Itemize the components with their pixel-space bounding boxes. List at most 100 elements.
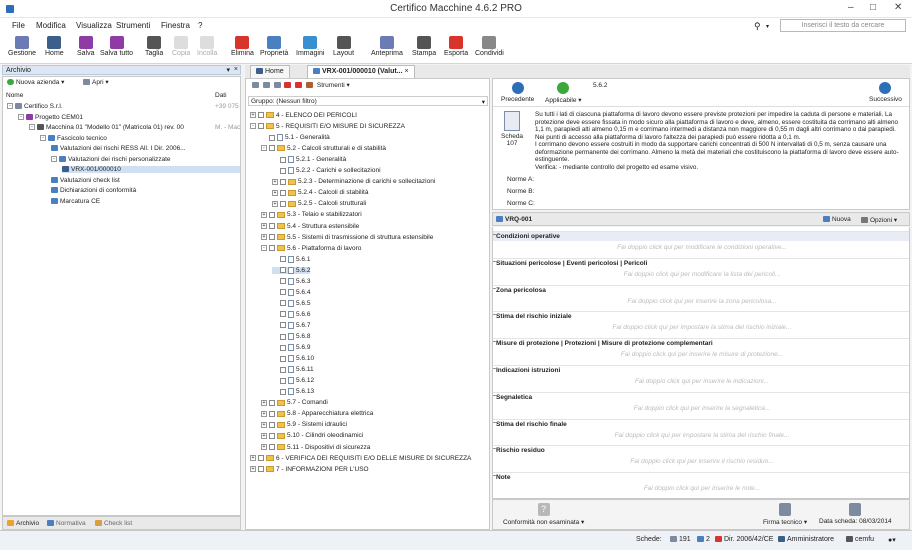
requirement-tree-item[interactable]: 5.6.12 [272,377,314,384]
paste-button[interactable]: Incolla [197,36,217,57]
expand-toggle-icon[interactable]: - [51,155,57,162]
requirement-tree-item[interactable]: +5.11 - Dispositivi di sicurezza [261,444,370,451]
requirement-tree-item[interactable]: +5.2.4 - Calcoli di stabilità [272,189,368,196]
images-button[interactable]: Immagini [296,36,324,57]
requirement-tree-item[interactable]: +4 - ELENCO DEI PERICOLI [250,112,357,119]
collapse-icon[interactable] [262,82,270,89]
item-checkbox[interactable] [280,167,286,174]
archive-close-icon[interactable]: × [234,66,238,73]
expand-toggle-icon[interactable]: + [250,465,256,472]
archive-tree-item[interactable]: - Progetto CEM01 [18,114,83,121]
expand-toggle-icon[interactable]: - [7,103,13,110]
requirement-tree-item[interactable]: +5.7 - Comandi [261,399,328,406]
tools-button[interactable]: Strumenti [317,82,345,89]
item-checkbox[interactable] [280,189,286,196]
vrq-section[interactable]: − Stima del rischio finale Fai doppio clic… [493,418,909,439]
item-checkbox[interactable] [280,377,286,384]
item-checkbox[interactable] [269,134,275,141]
expand-toggle-icon[interactable]: + [272,200,278,207]
vrq-section-hint[interactable]: Fai doppio click qui per inserire le mis… [493,351,909,358]
export-button[interactable]: Esporta [444,36,468,57]
previous-button[interactable]: Precedente [501,82,534,103]
menu-file[interactable]: File [12,21,25,30]
expand-toggle-icon[interactable]: + [250,454,256,461]
archive-tree-item[interactable]: - Valutazioni dei rischi personalizzate [51,156,171,163]
expand-toggle-icon[interactable]: + [272,178,278,185]
item-checkbox[interactable] [280,278,286,285]
item-checkbox[interactable] [280,322,286,329]
expand-toggle-icon[interactable]: - [40,134,46,141]
requirement-tree-item[interactable]: 5.6.8 [272,333,310,340]
expand-toggle-icon[interactable]: + [261,222,267,229]
tab-check-list[interactable]: Check list [95,520,132,527]
sign-button[interactable]: Firma tecnico ▾ [763,503,807,526]
requirement-tree-item[interactable]: 5.6.6 [272,310,310,318]
vrq-section[interactable]: − Misure di protezione | Protezioni | Mis… [493,338,909,358]
item-checkbox[interactable] [280,388,286,395]
expand-toggle-icon[interactable]: + [261,211,267,218]
preview-button[interactable]: Anteprima [371,36,403,57]
item-checkbox[interactable] [280,200,286,207]
item-checkbox[interactable] [258,465,264,472]
item-checkbox[interactable] [280,311,286,318]
item-checkbox[interactable] [280,333,286,340]
expand-toggle-icon[interactable]: - [261,244,267,251]
search-input[interactable]: Inserisci il testo da cercare [780,19,906,32]
item-checkbox[interactable] [280,300,286,307]
print-button[interactable]: Stampa [412,36,436,57]
archive-tree-item[interactable]: Dichiarazioni di conformità [51,187,136,194]
vrq-section-hint[interactable]: Fai doppio click qui per impostare la st… [493,324,909,331]
requirement-tree-item[interactable]: 5.1 - Generalità [261,134,330,141]
minimize-icon[interactable]: – [848,2,854,13]
vrq-section-hint[interactable]: Fai doppio click qui per inserire le ind… [493,378,909,385]
vrq-section[interactable]: − Condizioni operative Fai doppio click qu… [493,231,909,251]
item-checkbox[interactable] [269,443,275,450]
open-button[interactable]: Apri ▾ [83,78,109,86]
requirement-tree-item[interactable]: 5.6.2 [272,266,311,274]
menu-visualizza[interactable]: Visualizza [76,21,112,30]
requirement-tree-item[interactable]: 5.6.10 [272,355,314,362]
cut-button[interactable]: Taglia [145,36,163,57]
requirement-tree-item[interactable]: +5.2.5 - Calcoli strutturali [272,200,366,207]
item-checkbox[interactable] [269,145,275,152]
next-button[interactable]: Successivo [869,82,902,103]
save-button[interactable]: Salva [77,36,95,57]
vrq-section[interactable]: − Situazioni pericolose | Eventi pericolo… [493,257,909,278]
conformity-button[interactable]: ? Conformità non esaminata ▾ [503,503,584,526]
gestione-button[interactable]: Gestione [8,36,36,57]
vrq-section[interactable]: − Note Fai doppio click qui per inserire l… [493,472,909,492]
archive-tree-item[interactable]: Valutazioni dei rischi RESS All. I Dir. … [51,145,186,152]
search-dropdown-icon[interactable]: ▾ [766,23,769,30]
expand-toggle-icon[interactable]: - [250,123,256,130]
vrq-section[interactable]: − Rischio residuo Fai doppio click qui per… [493,445,909,465]
vrq-section-hint[interactable]: Fai doppio click qui per inserire le not… [493,485,909,492]
item-checkbox[interactable] [280,366,286,373]
expand-icon[interactable] [252,82,259,89]
requirement-tree-item[interactable]: 5.2.2 - Carichi e sollecitazioni [272,167,381,174]
item-checkbox[interactable] [258,112,264,119]
globe-icon[interactable]: ●▾ [888,536,896,544]
options-button[interactable]: Opzioni ▾ [861,216,897,224]
layout-button[interactable]: Layout [333,36,354,57]
expand-toggle-icon[interactable]: + [250,112,256,119]
group-filter[interactable]: Gruppo: (Nessun filtro) ▾ [248,96,488,106]
vrq-section[interactable]: − Stima del rischio iniziale Fai doppio cl… [493,311,909,331]
expand-toggle-icon[interactable]: + [261,443,267,450]
item-checkbox[interactable] [280,178,286,185]
requirement-tree-item[interactable]: +5.3 - Telaio e stabilizzatori [261,211,362,218]
requirement-tree-item[interactable]: -5.6 - Piattaforma di lavoro [261,245,361,252]
home-button[interactable]: Home [45,36,64,57]
properties-button[interactable]: Proprietà [260,36,288,57]
expand-toggle-icon[interactable]: - [261,145,267,152]
requirement-tree-item[interactable]: +5.8 - Apparecchiatura elettrica [261,410,373,417]
requirement-tree-item[interactable]: -5 - REQUISITI E/O MISURE DI SICUREZZA [250,123,405,130]
vrq-section-hint[interactable]: Fai doppio click qui per inserire la zon… [493,298,909,305]
tab-home[interactable]: Home [250,65,290,78]
archive-tree-item[interactable]: - Macchina 01 "Modello 01" (Matricola 01)… [29,124,184,131]
expand-toggle-icon[interactable]: + [261,432,267,439]
menu-modifica[interactable]: Modifica [36,21,66,30]
requirement-tree-item[interactable]: +5.5 - Sistemi di trasmissione di strutt… [261,234,433,241]
expand-toggle-icon[interactable]: + [272,189,278,196]
applicable-button[interactable]: Applicabile ▾ [545,82,582,104]
delete-button[interactable]: Elimina [231,36,254,57]
